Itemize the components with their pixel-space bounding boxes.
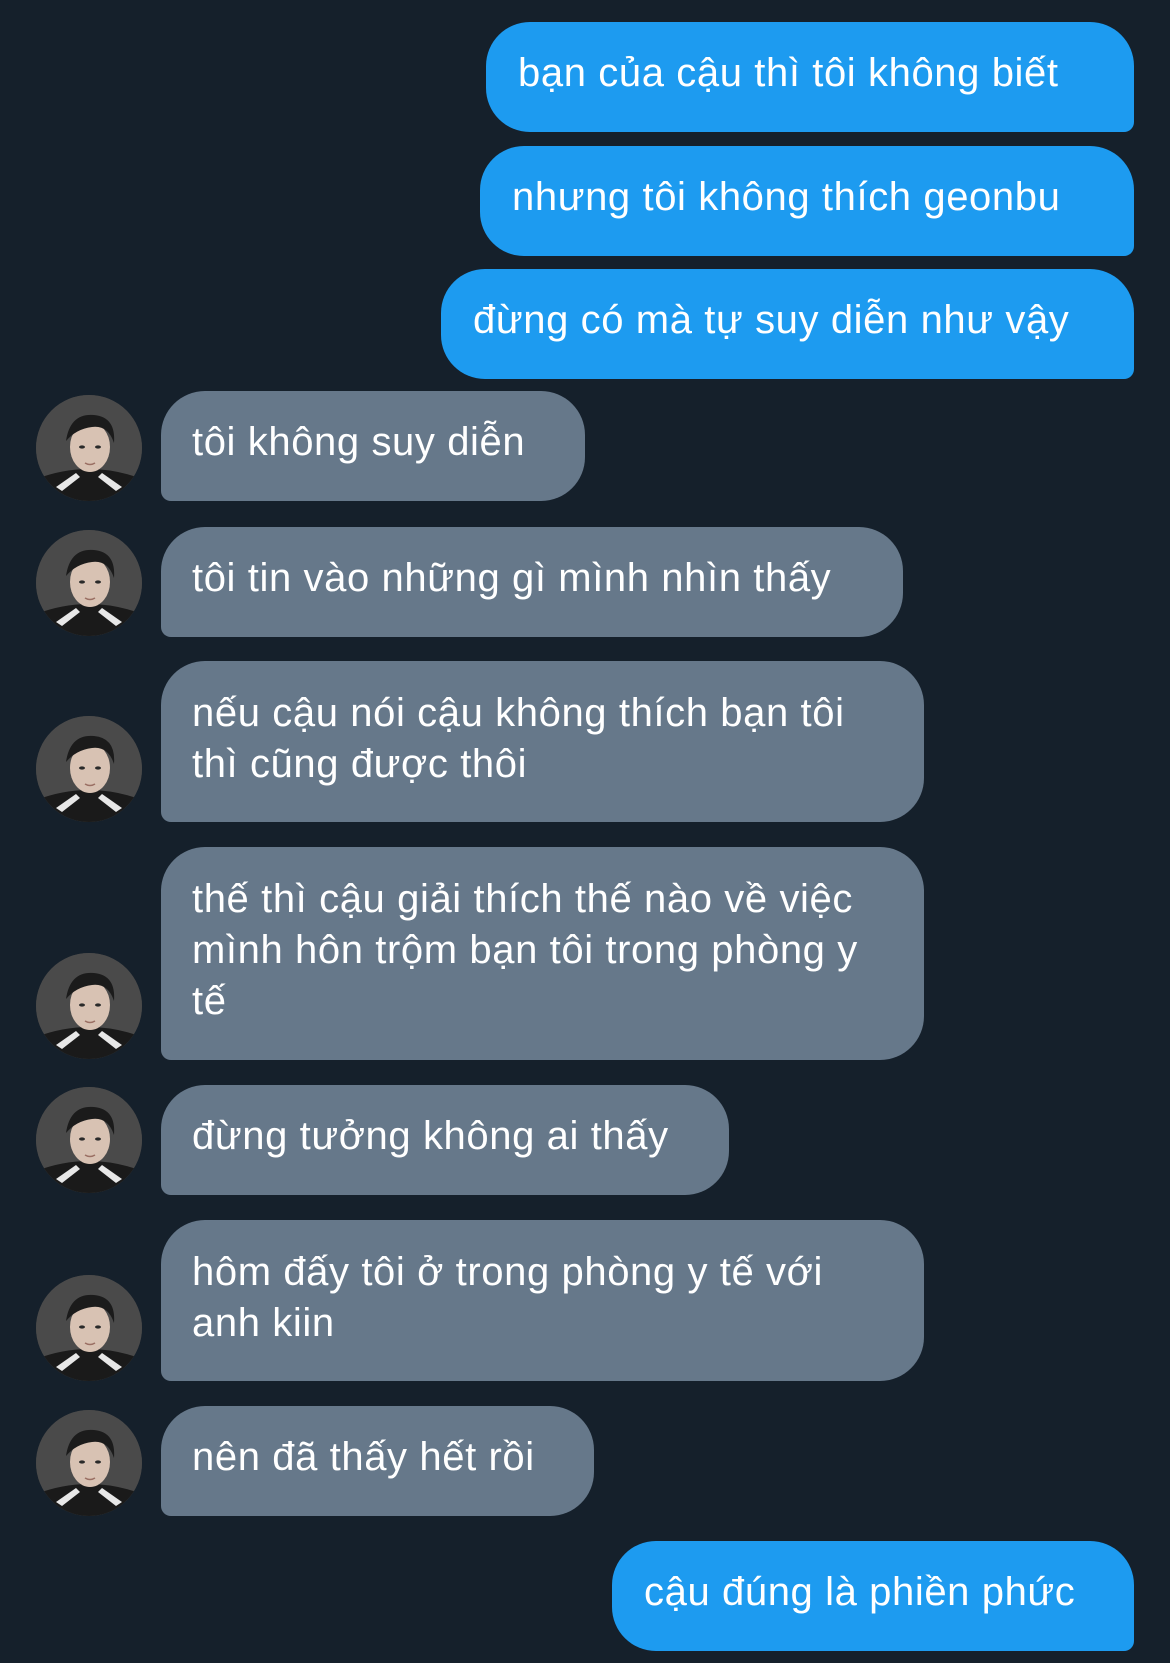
message-text: hôm đấy tôi ở trong phòng y tế với anh k… (192, 1250, 823, 1345)
received-message-bubble[interactable]: hôm đấy tôi ở trong phòng y tế với anh k… (161, 1220, 924, 1381)
sent-message-bubble[interactable]: bạn của cậu thì tôi không biết (486, 22, 1134, 132)
received-message-bubble[interactable]: tôi không suy diễn (161, 391, 585, 501)
message-text: thế thì cậu giải thích thế nào về việc m… (192, 877, 858, 1023)
avatar-portrait-icon (36, 395, 142, 501)
contact-avatar[interactable] (36, 1410, 142, 1516)
received-message-bubble[interactable]: nên đã thấy hết rồi (161, 1406, 594, 1516)
message-text: nếu cậu nói cậu không thích bạn tôi thì … (192, 691, 845, 786)
contact-avatar[interactable] (36, 1275, 142, 1381)
contact-avatar[interactable] (36, 530, 142, 636)
message-text: nhưng tôi không thích geonbu (512, 175, 1061, 219)
received-message-bubble[interactable]: nếu cậu nói cậu không thích bạn tôi thì … (161, 661, 924, 822)
message-text: đừng tưởng không ai thấy (192, 1114, 669, 1158)
contact-avatar[interactable] (36, 953, 142, 1059)
dm-conversation-thread: bạn của cậu thì tôi không biết nhưng tôi… (0, 0, 1170, 1663)
message-text: nên đã thấy hết rồi (192, 1435, 535, 1479)
received-message-bubble[interactable]: thế thì cậu giải thích thế nào về việc m… (161, 847, 924, 1060)
avatar-portrait-icon (36, 716, 142, 822)
avatar-portrait-icon (36, 1087, 142, 1193)
message-text: tôi không suy diễn (192, 420, 526, 464)
received-message-bubble[interactable]: đừng tưởng không ai thấy (161, 1085, 729, 1195)
sent-message-bubble[interactable]: cậu đúng là phiền phức (612, 1541, 1134, 1651)
sent-message-bubble[interactable]: nhưng tôi không thích geonbu (480, 146, 1134, 256)
message-text: bạn của cậu thì tôi không biết (518, 51, 1059, 95)
sent-message-bubble[interactable]: đừng có mà tự suy diễn như vậy (441, 269, 1134, 379)
message-text: tôi tin vào những gì mình nhìn thấy (192, 556, 832, 600)
contact-avatar[interactable] (36, 395, 142, 501)
received-message-bubble[interactable]: tôi tin vào những gì mình nhìn thấy (161, 527, 903, 637)
message-text: cậu đúng là phiền phức (644, 1570, 1076, 1614)
message-text: đừng có mà tự suy diễn như vậy (473, 298, 1070, 342)
avatar-portrait-icon (36, 1275, 142, 1381)
contact-avatar[interactable] (36, 1087, 142, 1193)
avatar-portrait-icon (36, 1410, 142, 1516)
avatar-portrait-icon (36, 530, 142, 636)
avatar-portrait-icon (36, 953, 142, 1059)
contact-avatar[interactable] (36, 716, 142, 822)
